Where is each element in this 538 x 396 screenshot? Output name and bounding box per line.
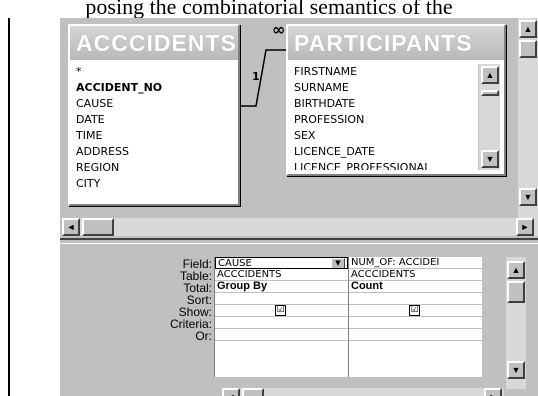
grid-vertical-scrollbar[interactable]: ▲ ▼: [506, 257, 526, 389]
sort-cell[interactable]: [215, 293, 348, 305]
field-list-accidents[interactable]: ACCCIDENTS * ACCIDENT_NO CAUSE DATE TIME…: [68, 24, 240, 206]
field-item[interactable]: SEX: [292, 128, 478, 144]
scroll-up-arrow-icon[interactable]: ▲: [519, 20, 537, 38]
table-pane-horizontal-scrollbar[interactable]: ◄ ►: [62, 218, 538, 236]
criteria-cell[interactable]: [349, 317, 482, 329]
or-cell[interactable]: [215, 329, 348, 341]
show-checkbox-icon[interactable]: ☑: [275, 305, 286, 316]
dropdown-arrow-icon[interactable]: ▼: [331, 258, 345, 268]
field-combo-value: CAUSE: [218, 258, 252, 269]
field-cell[interactable]: NUM_OF: ACCIDEI: [349, 257, 482, 269]
scroll-up-arrow-icon[interactable]: ▲: [481, 66, 499, 84]
scroll-left-arrow-icon[interactable]: ◄: [62, 218, 80, 236]
field-item[interactable]: *: [74, 64, 234, 80]
scroll-thumb[interactable]: [82, 218, 114, 236]
join-one-label: 1: [252, 70, 260, 83]
scroll-right-arrow-icon[interactable]: ►: [484, 388, 502, 396]
total-cell[interactable]: Count: [349, 281, 482, 293]
participants-vertical-scrollbar[interactable]: ▲ ▼: [478, 64, 500, 170]
field-list-participants[interactable]: PARTICIPANTS FIRSTNAME SURNAME BIRTHDATE…: [286, 24, 506, 176]
query-design-window: ACCCIDENTS * ACCIDENT_NO CAUSE DATE TIME…: [60, 18, 538, 396]
criteria-cell[interactable]: [215, 317, 348, 329]
grid-column: CAUSE ▼ ACCCIDENTS Group By ☑: [215, 257, 349, 377]
scroll-thumb[interactable]: [481, 90, 499, 96]
or-cell[interactable]: [349, 329, 482, 341]
row-label-or: Or:: [195, 329, 212, 343]
table-pane-vertical-scrollbar[interactable]: ▲ ▼: [518, 18, 538, 218]
total-cell[interactable]: Group By: [215, 281, 348, 293]
field-item[interactable]: CAUSE: [74, 96, 234, 112]
scroll-left-arrow-icon[interactable]: ◄: [222, 388, 240, 396]
field-item[interactable]: LICENCE_PROFESSIONAL: [292, 160, 478, 170]
show-checkbox-icon[interactable]: ☑: [409, 305, 420, 316]
scroll-thumb[interactable]: [242, 388, 264, 396]
field-combo[interactable]: CAUSE ▼: [215, 257, 348, 269]
field-item[interactable]: ADDRESS: [74, 144, 234, 160]
grid-horizontal-scrollbar[interactable]: ◄ ►: [222, 388, 504, 396]
field-item[interactable]: CITY: [74, 176, 234, 192]
scroll-thumb[interactable]: [519, 40, 537, 58]
field-item[interactable]: LICENCE_DATE: [292, 144, 478, 160]
grid-row-labels: Field: Table: Total: Sort: Show: Criteri…: [60, 258, 214, 342]
field-item[interactable]: DATE: [74, 112, 234, 128]
show-cell[interactable]: ☑: [215, 305, 348, 317]
scroll-thumb[interactable]: [507, 281, 525, 303]
field-list-participants-title[interactable]: PARTICIPANTS: [288, 26, 504, 60]
relationship-join-line[interactable]: [238, 32, 290, 112]
field-item[interactable]: BIRTHDATE: [292, 96, 478, 112]
scroll-down-arrow-icon[interactable]: ▼: [519, 188, 537, 206]
scroll-down-arrow-icon[interactable]: ▼: [481, 150, 499, 168]
join-many-label: ∞: [272, 20, 286, 39]
field-list-accidents-body: * ACCIDENT_NO CAUSE DATE TIME ADDRESS RE…: [74, 64, 234, 200]
table-cell[interactable]: ACCCIDENTS: [215, 269, 348, 281]
field-item[interactable]: PROFESSION: [292, 112, 478, 128]
document-frame-left: [8, 18, 10, 396]
scroll-down-arrow-icon[interactable]: ▼: [507, 361, 525, 379]
grid-column: NUM_OF: ACCIDEI ACCCIDENTS Count ☑: [349, 257, 482, 377]
sort-cell[interactable]: [349, 293, 482, 305]
table-pane: ACCCIDENTS * ACCIDENT_NO CAUSE DATE TIME…: [60, 18, 538, 240]
field-item[interactable]: SURNAME: [292, 80, 478, 96]
field-list-participants-body: FIRSTNAME SURNAME BIRTHDATE PROFESSION S…: [292, 64, 478, 170]
scroll-up-arrow-icon[interactable]: ▲: [507, 261, 525, 279]
table-cell[interactable]: ACCCIDENTS: [349, 269, 482, 281]
field-item[interactable]: FIRSTNAME: [292, 64, 478, 80]
field-item[interactable]: REGION: [74, 160, 234, 176]
row-label-criteria: Criteria:: [169, 317, 212, 331]
field-list-accidents-title[interactable]: ACCCIDENTS: [70, 26, 238, 60]
query-design-grid: CAUSE ▼ ACCCIDENTS Group By ☑ NUM_OF: AC…: [214, 257, 482, 377]
field-item[interactable]: TIME: [74, 128, 234, 144]
scroll-right-arrow-icon[interactable]: ►: [516, 218, 534, 236]
show-cell[interactable]: ☑: [349, 305, 482, 317]
design-grid-pane: Field: Table: Total: Sort: Show: Criteri…: [60, 244, 538, 396]
field-item-primary-key[interactable]: ACCIDENT_NO: [74, 80, 234, 96]
